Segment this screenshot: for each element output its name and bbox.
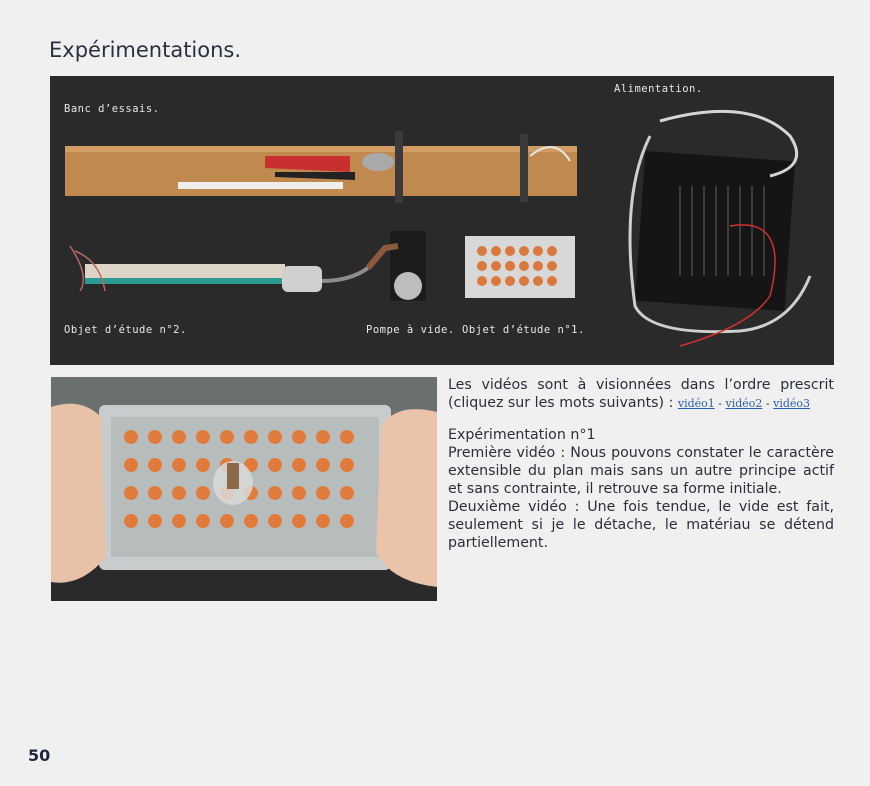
video1-link[interactable]: vidéo1 <box>678 397 715 410</box>
video2-link[interactable]: vidéo2 <box>726 397 763 410</box>
test-bench-photo: Banc d’essais. Alimentation. Objet d’étu… <box>50 76 834 365</box>
link-separator: - <box>762 397 774 410</box>
caption-banc: Banc d’essais. <box>64 103 160 115</box>
experiment-illustration <box>51 377 437 601</box>
intro-paragraph: Les vidéos sont à visionnées dans l’ordr… <box>448 376 834 413</box>
page-number: 50 <box>28 746 51 765</box>
test-bench-illustration <box>50 76 834 365</box>
experiment-title: Expérimentation n°1 <box>448 427 596 443</box>
page-title: Expérimentations. <box>49 38 242 62</box>
video3-link[interactable]: vidéo3 <box>773 397 810 410</box>
experiment-photo <box>51 377 437 601</box>
description-text: Les vidéos sont à visionnées dans l’ordr… <box>448 376 834 552</box>
video2-description: Deuxième vidéo : Une fois tendue, le vid… <box>448 499 834 551</box>
video1-description: Première vidéo : Nous pouvons constater … <box>448 445 834 497</box>
caption-alimentation: Alimentation. <box>614 83 703 95</box>
link-separator: - <box>714 397 726 410</box>
caption-objet1: Objet d’étude n°1. <box>462 324 585 336</box>
caption-objet2: Objet d’étude n°2. <box>64 324 187 336</box>
caption-pompe: Pompe à vide. <box>366 324 455 336</box>
video-links: vidéo1 - vidéo2 - vidéo3 <box>678 397 810 410</box>
